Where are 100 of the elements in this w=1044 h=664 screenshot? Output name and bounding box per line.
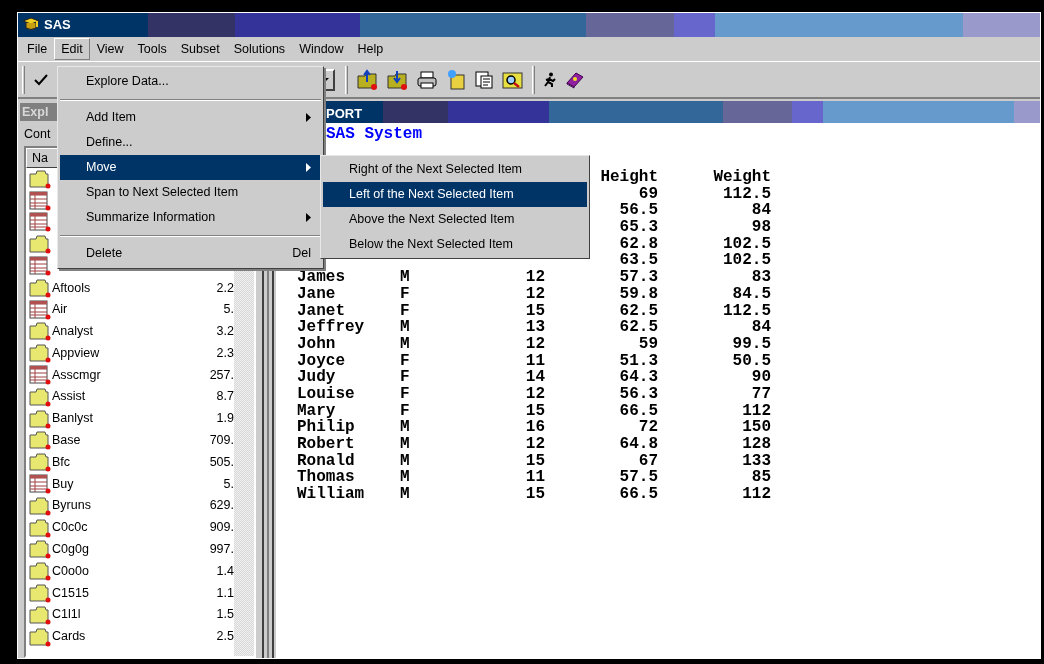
table-cell: F bbox=[400, 368, 410, 387]
menu-item[interactable]: Edit bbox=[54, 38, 90, 60]
file-name[interactable]: C0g0g bbox=[52, 542, 89, 557]
table-cell: 12 bbox=[525, 284, 545, 303]
table-cell: 65.3 bbox=[619, 218, 658, 237]
window-title: SAS bbox=[44, 16, 71, 35]
table-cell: 56.5 bbox=[619, 201, 658, 220]
menu-item[interactable]: Move bbox=[60, 155, 321, 180]
file-size: 5. bbox=[223, 475, 234, 493]
file-name[interactable]: C1l1l bbox=[52, 607, 81, 622]
folder-down-icon[interactable] bbox=[386, 68, 408, 91]
file-name[interactable]: Appview bbox=[52, 345, 100, 360]
table-cell: Joyce bbox=[297, 351, 345, 370]
file-name[interactable]: Buy bbox=[52, 476, 74, 491]
printer-icon[interactable] bbox=[416, 69, 438, 90]
file-size: 1.4 bbox=[216, 562, 234, 580]
table-cell: 64.8 bbox=[619, 435, 658, 453]
file-name[interactable]: Aftools bbox=[52, 280, 91, 295]
folder-up-icon[interactable] bbox=[356, 68, 378, 91]
folder-icon bbox=[29, 343, 51, 364]
folder-icon bbox=[29, 517, 51, 538]
file-name[interactable]: Banlyst bbox=[52, 411, 93, 426]
table-cell: F bbox=[400, 301, 410, 320]
table-cell: 112.5 bbox=[723, 301, 771, 320]
menu-item[interactable]: View bbox=[89, 38, 131, 60]
table-cell: 128 bbox=[742, 435, 771, 453]
table-cell: F bbox=[400, 351, 410, 370]
table-cell: M bbox=[400, 268, 410, 287]
folder-icon bbox=[29, 626, 51, 647]
table-cell: 69 bbox=[638, 184, 658, 203]
file-size: 3.2 bbox=[216, 323, 234, 341]
checkmark-icon[interactable] bbox=[33, 72, 49, 87]
report-title: PORT bbox=[326, 105, 363, 123]
menu-item[interactable]: Span to Next Selected Item bbox=[60, 180, 321, 205]
table-cell: 62.5 bbox=[619, 318, 658, 337]
folder-icon bbox=[29, 539, 51, 560]
folder-icon bbox=[29, 386, 51, 407]
file-name[interactable]: C0o0o bbox=[52, 563, 89, 578]
menu-item[interactable]: Subset bbox=[173, 38, 227, 60]
file-size: 1.5 bbox=[216, 606, 234, 624]
file-size: 505. bbox=[209, 453, 234, 471]
table-cell: 72 bbox=[638, 418, 658, 437]
menu-item[interactable]: Delete Del bbox=[60, 241, 321, 266]
help-book-icon[interactable] bbox=[565, 70, 585, 89]
menu-item[interactable]: Solutions bbox=[226, 38, 293, 60]
file-size: 2.3 bbox=[216, 344, 234, 362]
file-name[interactable]: Assist bbox=[52, 389, 86, 404]
contents-label: Cont bbox=[24, 126, 51, 144]
menu-item[interactable]: Left of the Next Selected Item bbox=[323, 182, 587, 207]
running-figure-icon[interactable] bbox=[543, 71, 557, 88]
table-cell: 64.3 bbox=[619, 368, 658, 387]
file-name[interactable]: Cards bbox=[52, 629, 86, 644]
table-cell: M bbox=[400, 418, 410, 437]
menu-item[interactable]: File bbox=[20, 38, 55, 60]
file-name[interactable]: Byruns bbox=[52, 498, 91, 513]
table-cell: 57.3 bbox=[619, 268, 658, 287]
report-heading: SAS System bbox=[326, 126, 422, 143]
document-icon[interactable] bbox=[474, 69, 494, 90]
table-cell: 15 bbox=[525, 451, 545, 470]
file-icon[interactable] bbox=[446, 68, 466, 91]
menu-item[interactable]: Summarize Information bbox=[60, 205, 321, 230]
menu-item[interactable]: Add Item bbox=[60, 105, 321, 130]
menu-item[interactable]: Right of the Next Selected Item bbox=[323, 157, 587, 182]
menu-item[interactable]: Above the Next Selected Item bbox=[323, 207, 587, 232]
file-name[interactable]: C1515 bbox=[52, 585, 89, 600]
table-cell: 12 bbox=[525, 268, 545, 287]
table-cell: 90 bbox=[751, 368, 771, 387]
file-name[interactable]: Base bbox=[52, 433, 81, 448]
table-cell: Louise bbox=[297, 384, 355, 403]
table-cell: Janet bbox=[297, 301, 345, 320]
table-cell: M bbox=[400, 435, 410, 453]
file-name[interactable]: Air bbox=[52, 302, 68, 317]
menu-item[interactable]: Tools bbox=[130, 38, 174, 60]
file-name[interactable]: C0c0c bbox=[52, 520, 88, 535]
menu-item[interactable]: Help bbox=[350, 38, 391, 60]
file-size: 2.5 bbox=[216, 628, 234, 646]
menu-item[interactable]: Below the Next Selected Item bbox=[323, 232, 587, 257]
table-cell: 12 bbox=[525, 384, 545, 403]
table-cell: 112 bbox=[742, 485, 771, 504]
column-heading: Height bbox=[600, 168, 658, 186]
table-cell: Jane bbox=[297, 284, 336, 303]
table-cell: 59 bbox=[638, 334, 658, 353]
search-icon[interactable] bbox=[502, 69, 524, 90]
file-name[interactable]: Analyst bbox=[52, 324, 93, 339]
table-cell: F bbox=[400, 284, 410, 303]
table-cell: 51.3 bbox=[619, 351, 658, 370]
table-cell: 56.3 bbox=[619, 384, 658, 403]
table-icon bbox=[29, 474, 51, 495]
menu-item[interactable]: Explore Data... bbox=[60, 69, 321, 94]
table-cell: James bbox=[297, 268, 345, 287]
table-cell: 85 bbox=[751, 468, 771, 487]
file-name[interactable]: Bfc bbox=[52, 454, 71, 469]
file-name[interactable]: Asscmgr bbox=[52, 367, 101, 382]
table-cell: 99.5 bbox=[732, 334, 771, 353]
table-cell: F bbox=[400, 384, 410, 403]
table-cell: 63.5 bbox=[619, 251, 658, 270]
menu-item[interactable]: Define... bbox=[60, 130, 321, 155]
table-cell: M bbox=[400, 451, 410, 470]
menu-item[interactable]: Window bbox=[292, 38, 351, 60]
folder-icon bbox=[29, 583, 51, 604]
